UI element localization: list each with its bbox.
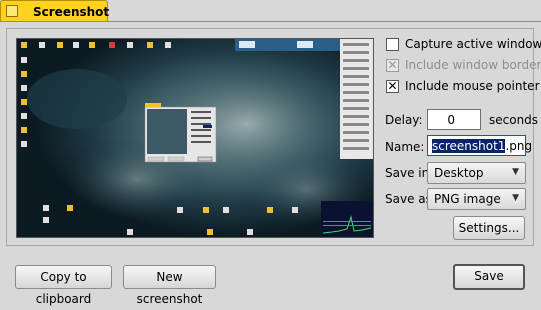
chevron-down-icon: ▼ — [512, 167, 519, 177]
delay-value: 0 — [447, 113, 455, 127]
checkmark-icon: ✕ — [387, 79, 398, 93]
delay-input[interactable]: 0 — [427, 109, 481, 130]
save-as-select[interactable]: PNG image ▼ — [427, 188, 526, 210]
chevron-down-icon: ▼ — [512, 193, 519, 203]
copy-to-clipboard-button[interactable]: Copy to clipboard — [15, 265, 112, 306]
include-mouse-pointer-checkbox[interactable]: ✕ — [386, 79, 399, 93]
save-button[interactable]: Save — [453, 264, 525, 290]
name-selection: screenshot1 — [432, 139, 506, 153]
capture-active-window-checkbox[interactable] — [386, 38, 399, 51]
tab-title: Screenshot — [33, 5, 110, 19]
checkmark-icon: ✕ — [387, 58, 398, 72]
settings-button[interactable]: Settings... — [453, 216, 525, 240]
new-screenshot-button[interactable]: New screenshot — [123, 265, 216, 306]
collapse-icon[interactable] — [6, 5, 18, 17]
screenshot-preview — [16, 38, 374, 238]
save-as-value: PNG image — [434, 192, 501, 206]
screenshot-tab[interactable]: Screenshot — [0, 0, 110, 22]
delay-label: Delay: — [385, 113, 423, 127]
name-suffix: .png — [505, 139, 533, 153]
delay-unit: seconds — [489, 113, 539, 127]
name-input[interactable]: screenshot1.png — [427, 135, 532, 156]
capture-active-window-label: Capture active window — [405, 37, 541, 51]
desktop-thumbnail — [17, 39, 373, 237]
include-mouse-pointer-label: Include mouse pointer — [405, 79, 540, 93]
save-in-select[interactable]: Desktop ▼ — [427, 162, 526, 184]
save-in-value: Desktop — [434, 166, 484, 180]
include-window-border-checkbox[interactable]: ✕ — [386, 58, 399, 72]
include-window-border-label: Include window border — [405, 58, 541, 72]
name-label: Name: — [385, 140, 425, 154]
